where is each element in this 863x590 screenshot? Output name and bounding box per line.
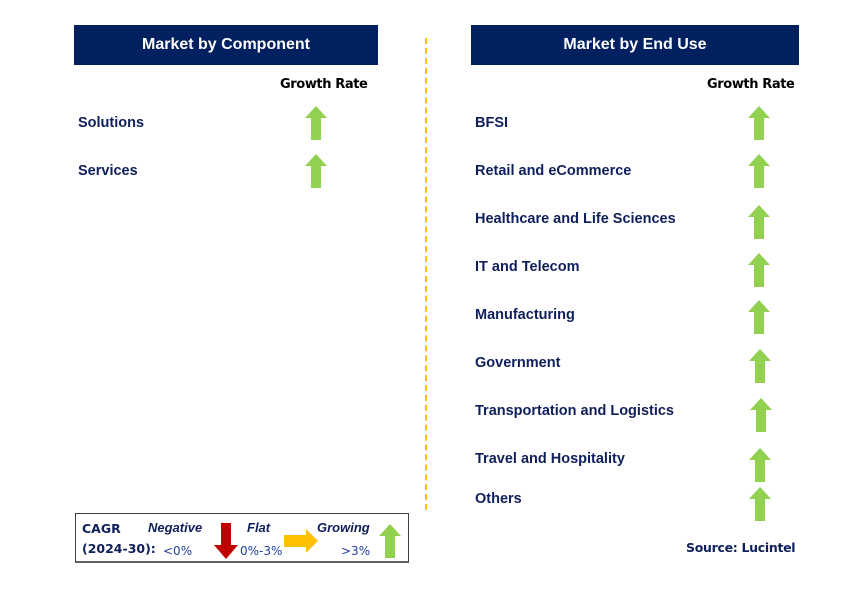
- end-use-item-label: Healthcare and Life Sciences: [475, 211, 676, 227]
- end-use-item-label: Others: [475, 491, 522, 507]
- legend-growing-label: Growing: [317, 520, 370, 535]
- up-arrow-icon: [748, 253, 770, 287]
- end-use-item-label: Retail and eCommerce: [475, 163, 632, 179]
- legend-cagr-label: CAGR: [82, 521, 121, 536]
- legend-negative-range: <0%: [163, 544, 193, 558]
- up-arrow-icon: [749, 487, 771, 521]
- up-arrow-icon: [750, 398, 772, 432]
- up-arrow-icon: [748, 300, 770, 334]
- up-arrow-icon: [305, 106, 327, 140]
- component-growth-rate-label: Growth Rate: [280, 77, 368, 92]
- up-arrow-icon: [379, 524, 401, 558]
- up-arrow-icon: [305, 154, 327, 188]
- legend-flat-range: 0%-3%: [240, 544, 283, 558]
- component-header: Market by Component: [74, 25, 378, 65]
- end-use-item-label: Manufacturing: [475, 307, 575, 323]
- up-arrow-icon: [749, 448, 771, 482]
- end-use-item-label: Government: [475, 355, 561, 371]
- legend-negative-label: Negative: [148, 520, 203, 535]
- end-use-item-label: BFSI: [475, 115, 509, 131]
- panel-divider: [425, 38, 427, 510]
- component-header-title: Market by Component: [141, 36, 310, 53]
- end-use-growth-rate-label: Growth Rate: [707, 77, 795, 92]
- source-label: Source: Lucintel: [686, 540, 796, 555]
- end-use-header: Market by End Use: [471, 25, 799, 65]
- end-use-item-label: IT and Telecom: [475, 259, 580, 275]
- up-arrow-icon: [748, 106, 770, 140]
- cagr-legend: CAGR (2024-30): Negative <0% Flat 0%-3% …: [75, 513, 409, 563]
- legend-growing-range: >3%: [341, 544, 371, 558]
- up-arrow-icon: [748, 205, 770, 239]
- legend-flat-label: Flat: [247, 520, 271, 535]
- component-item-label: Services: [78, 163, 138, 179]
- end-use-header-title: Market by End Use: [563, 36, 707, 53]
- right-arrow-icon: [284, 529, 318, 553]
- end-use-item-label: Transportation and Logistics: [475, 403, 674, 419]
- end-use-item-label: Travel and Hospitality: [475, 451, 625, 467]
- component-item-label: Solutions: [78, 115, 145, 131]
- up-arrow-icon: [749, 349, 771, 383]
- down-arrow-icon: [214, 523, 238, 559]
- up-arrow-icon: [748, 154, 770, 188]
- legend-cagr-period: (2024-30):: [82, 541, 156, 556]
